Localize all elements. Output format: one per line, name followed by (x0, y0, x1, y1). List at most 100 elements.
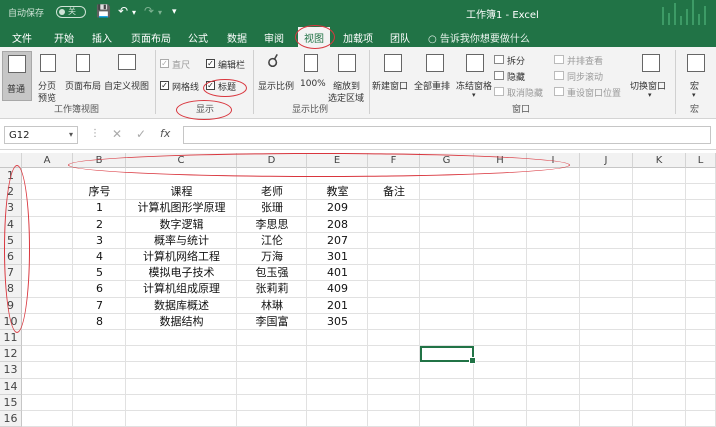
column-header-l[interactable]: L (686, 153, 716, 168)
autosave-toggle[interactable]: 关 (56, 6, 86, 18)
formula-input[interactable] (183, 126, 711, 144)
table-cell[interactable]: 李国富 (237, 315, 307, 329)
row-header-12[interactable]: 12 (0, 346, 22, 363)
row-gridline (22, 393, 716, 395)
page-break-preview-button[interactable]: 分页 预览 (36, 51, 62, 104)
tab-home[interactable]: 开始 (54, 30, 74, 45)
table-cell[interactable]: 209 (307, 201, 368, 215)
table-cell[interactable]: 3 (73, 234, 126, 248)
table-cell[interactable]: 数据结构 (126, 315, 237, 329)
table-cell[interactable]: 计算机图形学原理 (126, 201, 237, 215)
table-cell[interactable]: 数据库概述 (126, 299, 237, 313)
zoom-100-button[interactable]: 100% (298, 51, 326, 101)
header-cell[interactable]: 备注 (368, 185, 420, 199)
table-cell[interactable]: 李思思 (237, 218, 307, 232)
table-cell[interactable]: 401 (307, 266, 368, 280)
ruler-checkbox[interactable]: ✓ (160, 59, 169, 68)
tab-review[interactable]: 审阅 (264, 30, 284, 45)
custom-views-button[interactable]: 自定义视图 (104, 51, 152, 101)
arrange-all-button[interactable]: 全部重排 (414, 51, 456, 101)
tab-addins[interactable]: 加载项 (343, 30, 373, 45)
table-cell[interactable]: 201 (307, 299, 368, 313)
table-cell[interactable]: 207 (307, 234, 368, 248)
undo-icon[interactable]: ↶ (118, 4, 128, 18)
table-cell[interactable]: 305 (307, 315, 368, 329)
formula-bar-checkbox[interactable]: ✓ (206, 59, 215, 68)
cancel-icon[interactable]: ✕ (112, 127, 122, 141)
table-cell[interactable]: 409 (307, 282, 368, 296)
enter-icon[interactable]: ✓ (136, 127, 146, 141)
formula-bar-label: 编辑栏 (218, 61, 246, 71)
table-cell[interactable]: 2 (73, 218, 126, 232)
tab-insert[interactable]: 插入 (92, 30, 112, 45)
name-box[interactable]: G12 ▾ (4, 126, 78, 144)
redo-dropdown-icon[interactable]: ▾ (158, 8, 162, 17)
macros-button[interactable]: 宏 ▾ (680, 51, 712, 101)
tab-file[interactable]: 文件 (12, 30, 32, 45)
table-cell[interactable]: 7 (73, 299, 126, 313)
table-cell[interactable]: 计算机组成原理 (126, 282, 237, 296)
table-cell[interactable]: 6 (73, 282, 126, 296)
switch-windows-button[interactable]: 切换窗口 ▾ (630, 51, 672, 101)
zoom-button[interactable]: ☌ 显示比例 (258, 51, 296, 101)
column-header-a[interactable]: A (22, 153, 73, 168)
customize-toolbar-icon[interactable]: ▾ (172, 7, 177, 17)
page-layout-view-button[interactable]: 页面布局 (64, 51, 102, 101)
tab-formulas[interactable]: 公式 (188, 30, 208, 45)
hide-button[interactable]: 隐藏 (507, 70, 525, 83)
table-cell[interactable]: 林琳 (237, 299, 307, 313)
new-window-button[interactable]: 新建窗口 (372, 51, 414, 101)
row-header-13[interactable]: 13 (0, 362, 22, 379)
new-window-icon (384, 54, 402, 72)
table-cell[interactable]: 208 (307, 218, 368, 232)
redo-icon[interactable]: ↷ (144, 4, 154, 18)
split-button[interactable]: 拆分 (507, 54, 525, 67)
page-layout-icon (76, 54, 90, 72)
grip-icon: ⋮ (90, 128, 100, 139)
table-cell[interactable]: 5 (73, 266, 126, 280)
table-cell[interactable]: 张莉莉 (237, 282, 307, 296)
freeze-panes-button[interactable]: 冻结窗格 ▾ (456, 51, 496, 101)
zoom-to-selection-button[interactable]: 缩放到 选定区域 (328, 51, 368, 104)
table-cell[interactable]: 万海 (237, 250, 307, 264)
row-gridline (22, 329, 716, 330)
table-cell[interactable]: 模拟电子技术 (126, 266, 237, 280)
tab-data[interactable]: 数据 (227, 30, 247, 45)
table-cell[interactable]: 张珊 (237, 201, 307, 215)
table-cell[interactable]: 数字逻辑 (126, 218, 237, 232)
autosave-label: 自动保存 (8, 9, 45, 19)
row-header-14[interactable]: 14 (0, 378, 22, 395)
insert-function-icon[interactable]: fx (160, 127, 170, 140)
table-cell[interactable]: 包玉强 (237, 266, 307, 280)
table-cell[interactable]: 1 (73, 201, 126, 215)
header-cell[interactable]: 课程 (126, 185, 237, 199)
table-cell[interactable]: 江伦 (237, 234, 307, 248)
column-header-j[interactable]: J (580, 153, 633, 168)
reset-window-position-button[interactable]: 重设窗口位置 (567, 86, 621, 99)
worksheet-grid[interactable]: ABCDEFGHIJKL1234567891011121314151617 序号… (0, 153, 716, 427)
gridlines-checkbox[interactable]: ✓ (160, 81, 169, 90)
header-cell[interactable]: 教室 (307, 185, 368, 199)
header-cell[interactable]: 老师 (237, 185, 307, 199)
sync-scroll-button[interactable]: 同步滚动 (567, 70, 603, 83)
tab-team[interactable]: 团队 (390, 30, 410, 45)
selected-cell-g12[interactable] (420, 346, 476, 365)
undo-dropdown-icon[interactable]: ▾ (132, 8, 136, 17)
normal-view-button[interactable]: 普通 (2, 51, 32, 101)
view-side-by-side-button[interactable]: 并排查看 (567, 54, 603, 67)
table-cell[interactable]: 概率与统计 (126, 234, 237, 248)
page-layout-label: 页面布局 (65, 82, 102, 92)
table-cell[interactable]: 计算机网络工程 (126, 250, 237, 264)
tell-me-box[interactable]: ○ 告诉我你想要做什么 (428, 30, 530, 45)
row-header-15[interactable]: 15 (0, 394, 22, 411)
header-cell[interactable]: 序号 (73, 185, 126, 199)
row-header-11[interactable]: 11 (0, 330, 22, 347)
table-cell[interactable]: 8 (73, 315, 126, 329)
column-header-k[interactable]: K (633, 153, 686, 168)
save-icon[interactable]: 💾 (96, 4, 111, 18)
tab-page-layout[interactable]: 页面布局 (131, 30, 171, 45)
row-header-16[interactable]: 16 (0, 411, 22, 427)
table-cell[interactable]: 4 (73, 250, 126, 264)
unhide-button[interactable]: 取消隐藏 (507, 86, 543, 99)
table-cell[interactable]: 301 (307, 250, 368, 264)
